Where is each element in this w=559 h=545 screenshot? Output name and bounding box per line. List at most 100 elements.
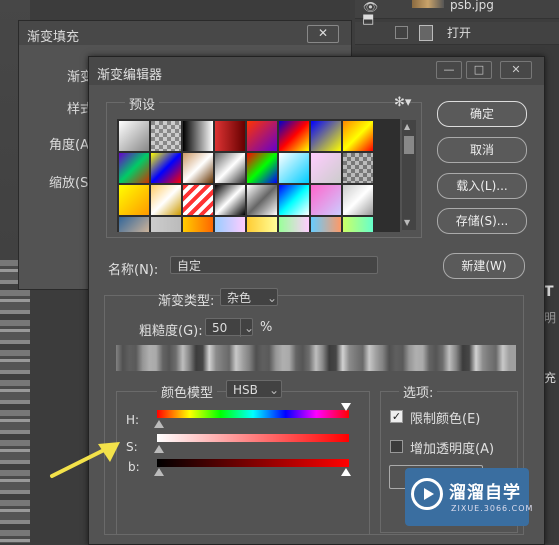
preset-swatch[interactable] — [311, 185, 341, 215]
preset-swatch[interactable] — [119, 185, 149, 215]
layer-thumbnail — [412, 0, 444, 8]
fill-dialog-close-button[interactable]: ✕ — [307, 25, 339, 43]
close-button[interactable]: ✕ — [500, 61, 532, 79]
roughness-label: 粗糙度(G): — [139, 324, 203, 339]
add-transparency-label: 增加透明度(A) — [410, 442, 495, 457]
preset-swatch[interactable] — [183, 153, 213, 183]
saturation-left-stop[interactable] — [154, 445, 164, 453]
annotation-arrow — [50, 442, 120, 478]
gradient-type-select[interactable]: 杂色 ⌄ — [220, 288, 278, 306]
preset-swatch[interactable] — [247, 121, 277, 151]
presets-label: 预设 — [125, 94, 160, 113]
add-transparency-checkbox[interactable] — [390, 440, 403, 453]
preset-swatch[interactable] — [279, 217, 309, 232]
layer-row-psb[interactable]: 👁 psb.jpg — [355, 0, 559, 19]
minimize-button[interactable]: — — [436, 61, 462, 79]
gradient-type-label: 渐变类型: — [158, 294, 215, 309]
preset-swatch[interactable] — [279, 185, 309, 215]
chevron-down-icon: ⌄ — [267, 291, 278, 305]
maximize-button[interactable]: □ — [466, 61, 492, 79]
color-model-value: HSB — [233, 383, 258, 397]
fill-dialog-title: 渐变填充 — [27, 30, 80, 45]
name-label: 名称(N): — [108, 263, 159, 278]
document-icon — [419, 25, 433, 41]
preset-swatch[interactable] — [151, 121, 181, 151]
roughness-value: 50 — [212, 321, 228, 335]
roughness-select[interactable]: 50 ⌄ — [205, 318, 254, 337]
preset-swatch[interactable] — [151, 217, 181, 232]
brightness-slider-bar[interactable] — [157, 459, 349, 467]
preset-swatch[interactable] — [183, 121, 213, 151]
preset-swatch[interactable] — [215, 153, 245, 183]
visibility-checkbox[interactable] — [395, 26, 408, 39]
color-model-select[interactable]: HSB ⌄ — [226, 380, 282, 398]
presets-scrollbar[interactable]: ▲ ▼ — [402, 120, 416, 230]
preset-swatch[interactable] — [151, 153, 181, 183]
s-channel-label: S: — [126, 440, 138, 454]
chevron-down-icon: ⌄ — [269, 383, 280, 397]
preset-swatch-grid[interactable] — [117, 119, 400, 232]
hue-right-stop[interactable] — [341, 403, 351, 411]
restrict-colors-label: 限制颜色(E) — [410, 412, 481, 427]
cancel-button[interactable]: 取消 — [437, 137, 527, 163]
play-logo-icon — [411, 478, 443, 510]
preset-swatch[interactable] — [311, 153, 341, 183]
preset-swatch[interactable] — [183, 185, 213, 215]
preset-swatch[interactable] — [247, 217, 277, 232]
scrollbar-thumb[interactable] — [404, 136, 414, 154]
gradient-type-value: 杂色 — [227, 291, 252, 305]
b-channel-label: b: — [128, 460, 140, 474]
roughness-unit: % — [260, 320, 273, 335]
preset-swatch[interactable] — [215, 185, 245, 215]
preset-swatch[interactable] — [311, 121, 341, 151]
gradient-editor-titlebar[interactable]: 渐变编辑器 — □ ✕ — [89, 57, 544, 85]
preset-swatch[interactable] — [343, 217, 373, 232]
noise-gradient-preview[interactable] — [116, 345, 516, 371]
color-model-label: 颜色模型 — [157, 382, 218, 401]
ok-button[interactable]: 确定 — [437, 101, 527, 127]
options-label: 选项: — [399, 382, 438, 401]
preset-swatch[interactable] — [343, 121, 373, 151]
watermark-url: ZIXUE.3066.COM — [451, 504, 534, 513]
restrict-colors-checkbox[interactable]: ✓ — [390, 410, 403, 423]
canvas-noise-preview — [0, 260, 30, 543]
preset-swatch[interactable] — [247, 153, 277, 183]
gradient-editor-title: 渐变编辑器 — [97, 68, 163, 83]
layer-name: psb.jpg — [450, 0, 494, 12]
new-button[interactable]: 新建(W) — [443, 253, 525, 279]
layer-name: 打开 — [447, 26, 472, 40]
hue-slider-bar[interactable] — [157, 410, 349, 418]
preset-swatch[interactable] — [215, 121, 245, 151]
name-field[interactable]: 自定 — [170, 256, 378, 274]
preset-swatch[interactable] — [119, 121, 149, 151]
preset-swatch[interactable] — [311, 217, 341, 232]
preset-swatch[interactable] — [343, 185, 373, 215]
save-button[interactable]: 存储(S)... — [437, 208, 527, 234]
preset-swatch[interactable] — [279, 121, 309, 151]
fill-dialog-titlebar[interactable]: 渐变填充 ✕ — [19, 21, 351, 45]
preset-swatch[interactable] — [215, 217, 245, 232]
brightness-right-stop[interactable] — [341, 468, 351, 476]
preset-swatch[interactable] — [119, 217, 149, 232]
right-panel-partial-1: 明 — [544, 311, 557, 325]
chevron-down-icon: ⌄ — [240, 319, 254, 337]
stamp-icon[interactable]: ⬒ — [362, 12, 378, 27]
preset-swatch[interactable] — [247, 185, 277, 215]
h-channel-label: H: — [126, 413, 140, 427]
preset-swatch[interactable] — [343, 153, 373, 183]
gear-icon[interactable]: ✻▾ — [394, 95, 411, 110]
watermark-brand: 溜溜自学 — [449, 483, 521, 503]
fill-scale-label: 缩放(S) — [49, 176, 94, 191]
saturation-slider-bar[interactable] — [157, 434, 349, 442]
preset-swatch[interactable] — [151, 185, 181, 215]
hue-left-stop[interactable] — [154, 420, 164, 428]
load-button[interactable]: 载入(L)... — [437, 173, 527, 199]
preset-swatch[interactable] — [183, 217, 213, 232]
preset-swatch[interactable] — [279, 153, 309, 183]
layer-row-open[interactable]: 打开 — [355, 22, 559, 45]
text-tool-letter: T — [544, 284, 554, 300]
watermark-badge: 溜溜自学 ZIXUE.3066.COM — [405, 468, 532, 526]
preset-swatch[interactable] — [119, 153, 149, 183]
brightness-left-stop[interactable] — [154, 468, 164, 476]
right-panel-partial-2: 充 — [544, 371, 557, 385]
